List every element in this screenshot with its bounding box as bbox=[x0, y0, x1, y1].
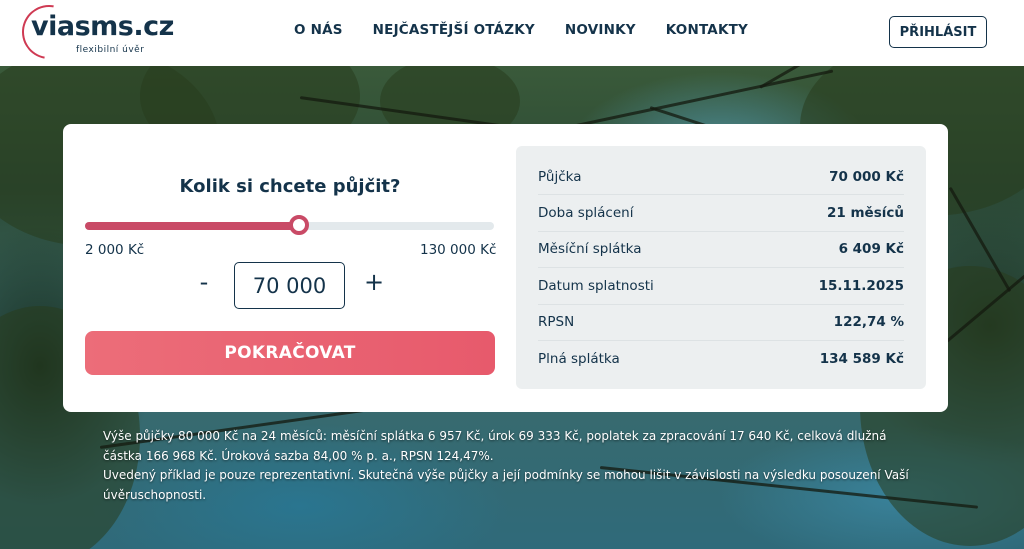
nav-item-contacts[interactable]: KONTAKTY bbox=[666, 22, 748, 38]
representative-example: Výše půjčky 80 000 Kč na 24 měsíců: měsí… bbox=[103, 427, 913, 505]
continue-button[interactable]: POKRAČOVAT bbox=[85, 331, 495, 375]
summary-value: 21 měsíců bbox=[827, 205, 904, 222]
summary-value: 15.11.2025 bbox=[818, 277, 904, 294]
amount-slider[interactable] bbox=[85, 215, 494, 235]
summary-row-loan: Půjčka 70 000 Kč bbox=[538, 159, 904, 196]
summary-value: 6 409 Kč bbox=[838, 241, 904, 258]
logo[interactable]: viasms.cz flexibilní úvěr bbox=[11, 0, 174, 70]
disclaimer-line-1: Výše půjčky 80 000 Kč na 24 měsíců: měsí… bbox=[103, 429, 887, 463]
slider-fill bbox=[85, 222, 299, 230]
summary-row-due-date: Datum splatnosti 15.11.2025 bbox=[538, 268, 904, 305]
range-min-label: 2 000 Kč bbox=[85, 242, 145, 258]
nav-item-about[interactable]: O NÁS bbox=[294, 22, 343, 38]
summary-value: 70 000 Kč bbox=[829, 168, 904, 185]
summary-label: Půjčka bbox=[538, 168, 582, 185]
range-max-label: 130 000 Kč bbox=[420, 242, 497, 258]
logo-subtitle: flexibilní úvěr bbox=[76, 45, 145, 55]
nav-item-faq[interactable]: NEJČASTĚJŠÍ OTÁZKY bbox=[373, 22, 535, 38]
nav-item-news[interactable]: NOVINKY bbox=[565, 22, 636, 38]
summary-label: RPSN bbox=[538, 314, 575, 331]
summary-label: Doba splácení bbox=[538, 205, 634, 222]
summary-row-rpsn: RPSN 122,74 % bbox=[538, 305, 904, 341]
disclaimer-line-2: Uvedený příklad je pouze reprezentativní… bbox=[103, 468, 909, 502]
increase-button[interactable]: + bbox=[362, 268, 386, 298]
summary-value: 122,74 % bbox=[833, 314, 904, 331]
site-header: viasms.cz flexibilní úvěr O NÁS NEJČASTĚ… bbox=[0, 0, 1024, 70]
summary-row-total: Plná splátka 134 589 Kč bbox=[538, 341, 904, 377]
summary-label: Měsíční splátka bbox=[538, 241, 642, 258]
summary-row-term: Doba splácení 21 měsíců bbox=[538, 195, 904, 232]
logo-text: viasms.cz bbox=[31, 11, 174, 42]
summary-value: 134 589 Kč bbox=[819, 351, 904, 368]
summary-label: Plná splátka bbox=[538, 351, 620, 368]
loan-summary: Půjčka 70 000 Kč Doba splácení 21 měsíců… bbox=[516, 146, 926, 389]
slider-thumb[interactable] bbox=[288, 215, 309, 235]
login-button[interactable]: PŘIHLÁSIT bbox=[889, 16, 987, 48]
summary-row-monthly: Měsíční splátka 6 409 Kč bbox=[538, 232, 904, 269]
calculator-title: Kolik si chcete půjčit? bbox=[179, 176, 401, 197]
main-nav: O NÁS NEJČASTĚJŠÍ OTÁZKY NOVINKY KONTAKT… bbox=[294, 22, 748, 38]
amount-input[interactable] bbox=[234, 262, 345, 309]
summary-label: Datum splatnosti bbox=[538, 277, 654, 294]
decrease-button[interactable]: - bbox=[192, 268, 216, 298]
